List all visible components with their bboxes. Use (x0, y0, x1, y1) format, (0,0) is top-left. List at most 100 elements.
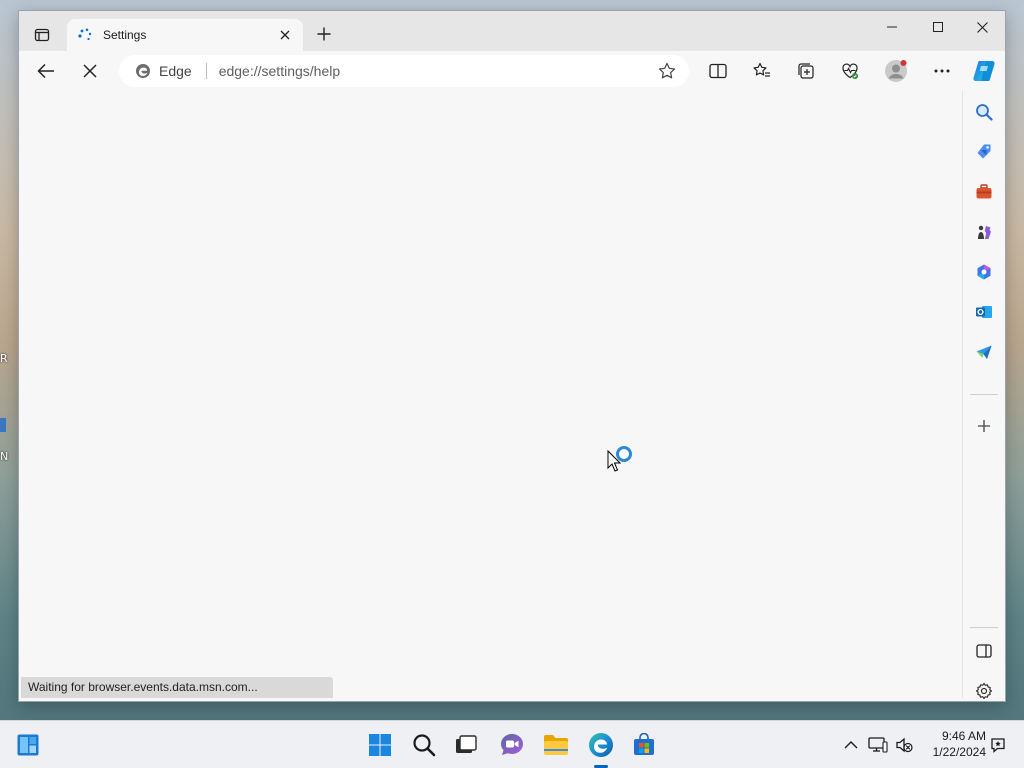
sidebar-games-button[interactable] (969, 217, 999, 247)
shopping-tag-icon (977, 144, 991, 159)
stop-loading-button[interactable] (74, 55, 106, 87)
copilot-button[interactable] (968, 55, 1000, 87)
hide-sidebar-icon (976, 644, 992, 658)
desktop-icon-label-fragment: N (0, 450, 9, 463)
edge-logo-icon (136, 64, 150, 78)
back-button[interactable] (30, 55, 62, 87)
taskbar: 9:46 AM 1/22/2024 (0, 720, 1024, 768)
stop-loading-icon (83, 64, 97, 78)
widgets-icon (17, 734, 39, 756)
search-icon (413, 734, 436, 757)
star-icon (658, 62, 676, 79)
split-screen-icon (709, 63, 727, 79)
tab-actions-button[interactable] (27, 20, 57, 50)
minimize-button[interactable] (869, 11, 915, 43)
tab-settings[interactable]: Settings (67, 19, 303, 51)
tab-close-button[interactable] (275, 25, 295, 45)
settings-gear-icon (975, 682, 993, 700)
file-explorer-icon (544, 735, 568, 755)
favorites-icon (753, 62, 770, 77)
taskbar-search-button[interactable] (408, 729, 440, 761)
more-menu-button[interactable] (926, 55, 958, 87)
address-bar[interactable]: Edge edge://settings/help (119, 55, 689, 87)
maximize-button[interactable] (915, 11, 961, 43)
split-screen-button[interactable] (702, 55, 734, 87)
edge-icon (589, 733, 613, 757)
title-bar: Settings (19, 11, 1005, 51)
sidebar-microsoft-365-button[interactable] (969, 257, 999, 287)
new-tab-button[interactable] (312, 22, 336, 46)
sidebar-settings-button[interactable] (969, 676, 999, 706)
desktop-icon-label-fragment: R (0, 352, 8, 365)
show-hidden-icons-chevron (844, 741, 858, 749)
tab-actions-icon (34, 28, 50, 42)
collections-button[interactable] (790, 55, 822, 87)
show-hidden-icons-button[interactable] (839, 733, 863, 757)
edge-sidebar (963, 91, 1005, 700)
copilot-icon (973, 61, 995, 81)
sidebar-divider (970, 627, 998, 628)
teams-chat-icon (501, 734, 523, 755)
sidebar-divider (970, 394, 998, 395)
sidebar-search-button[interactable] (969, 97, 999, 127)
plus-icon (317, 27, 331, 41)
edge-site-identity[interactable]: Edge (135, 63, 192, 79)
status-bar: Waiting for browser.events.data.msn.com.… (21, 677, 333, 698)
close-window-button[interactable] (959, 11, 1005, 43)
collections-icon (798, 63, 814, 79)
sidebar-shopping-button[interactable] (969, 137, 999, 167)
notification-center-button[interactable] (986, 733, 1010, 757)
desktop-icon-fragment[interactable] (0, 418, 6, 432)
edge-browser-window: Settings Edge edge://settings/help Waiti… (18, 10, 1006, 702)
task-view-icon (456, 735, 477, 753)
widgets-button[interactable] (12, 729, 44, 761)
maximize-icon (933, 22, 943, 32)
more-menu-icon (934, 69, 950, 73)
outlook-icon (976, 306, 992, 318)
search-icon (976, 104, 993, 121)
system-clock[interactable]: 9:46 AM 1/22/2024 (918, 728, 986, 760)
browser-essentials-icon (842, 63, 858, 79)
clock-date: 1/22/2024 (932, 745, 986, 759)
add-icon (978, 420, 990, 432)
tools-icon (976, 184, 992, 199)
close-icon (280, 30, 290, 40)
add-favorite-button[interactable] (655, 59, 679, 83)
file-explorer-button[interactable] (540, 729, 572, 761)
sidebar-outlook-button[interactable] (969, 297, 999, 327)
drop-icon (976, 345, 992, 359)
start-button[interactable] (364, 729, 396, 761)
notification-icon (991, 738, 1005, 753)
edge-brand-label: Edge (159, 63, 192, 79)
store-button[interactable] (628, 729, 660, 761)
navigation-toolbar: Edge edge://settings/help (19, 51, 1005, 91)
volume-muted-icon (896, 737, 913, 753)
teams-chat-button[interactable] (496, 729, 528, 761)
sidebar-tools-button[interactable] (969, 177, 999, 207)
favorites-button[interactable] (746, 55, 778, 87)
busy-spinner-icon (616, 446, 632, 462)
network-button[interactable] (866, 733, 890, 757)
sidebar-drop-button[interactable] (969, 337, 999, 367)
task-view-button[interactable] (450, 729, 482, 761)
sidebar-add-button[interactable] (969, 411, 999, 441)
clock-time: 9:46 AM (941, 729, 986, 743)
profile-avatar-icon (885, 60, 907, 82)
back-arrow-icon (37, 63, 54, 79)
microsoft-365-icon (977, 264, 991, 280)
store-icon (634, 733, 654, 755)
loading-dots-icon (77, 27, 93, 43)
games-icon (978, 225, 991, 239)
close-icon (976, 21, 988, 33)
profile-button[interactable] (880, 55, 912, 87)
omnibox-separator (205, 63, 207, 79)
minimize-icon (887, 26, 897, 28)
sidebar-hide-button[interactable] (969, 636, 999, 666)
edge-taskbar-button[interactable] (585, 729, 617, 761)
tab-title: Settings (103, 28, 147, 42)
page-content-area[interactable] (21, 91, 963, 698)
volume-button[interactable] (892, 733, 916, 757)
start-icon (369, 734, 391, 756)
browser-essentials-button[interactable] (834, 55, 866, 87)
url-text[interactable]: edge://settings/help (219, 63, 655, 79)
